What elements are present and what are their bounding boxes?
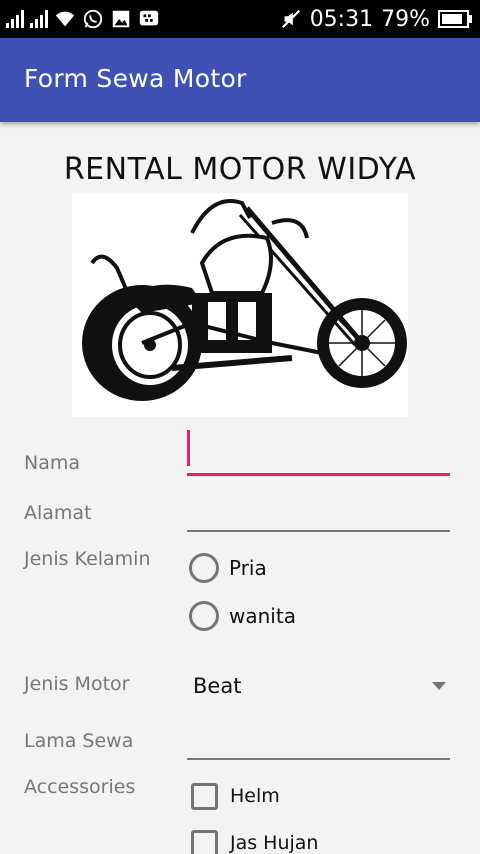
- jenis-motor-label: Jenis Motor: [24, 673, 130, 695]
- checkbox-helm-label: Helm: [230, 785, 280, 807]
- lama-sewa-underline: [187, 758, 450, 760]
- app-title: Form Sewa Motor: [24, 64, 247, 93]
- lama-sewa-label: Lama Sewa: [24, 730, 134, 752]
- wifi-icon: [55, 11, 75, 27]
- radio-circle-icon[interactable]: [189, 553, 219, 583]
- nama-label: Nama: [24, 452, 81, 474]
- clock: 05:31: [309, 6, 374, 32]
- radio-wanita-label: wanita: [229, 604, 296, 628]
- alamat-underline: [187, 530, 450, 532]
- radio-pria[interactable]: Pria: [189, 552, 267, 584]
- nama-field[interactable]: [187, 428, 450, 476]
- checkbox-icon[interactable]: [191, 782, 218, 810]
- mute-icon: [281, 9, 300, 29]
- nama-underline: [187, 473, 450, 476]
- page-heading: RENTAL MOTOR WIDYA: [63, 152, 417, 187]
- whatsapp-icon: [83, 9, 103, 29]
- nama-input[interactable]: [187, 428, 450, 472]
- lama-sewa-field[interactable]: [187, 712, 450, 760]
- jenis-motor-spinner[interactable]: Beat: [187, 668, 450, 708]
- signal-1-icon: [6, 10, 24, 28]
- checkbox-jas-hujan[interactable]: Jas Hujan: [191, 829, 318, 854]
- status-bar: 05:31 79%: [0, 0, 480, 38]
- checkbox-icon[interactable]: [191, 829, 218, 854]
- checkbox-jas-hujan-label: Jas Hujan: [230, 832, 319, 854]
- bbm-icon: [139, 10, 159, 26]
- accessories-label: Accessories: [24, 776, 136, 798]
- status-icons-right: 05:31 79%: [280, 6, 472, 32]
- checkbox-helm[interactable]: Helm: [191, 782, 280, 810]
- jenis-kelamin-label: Jenis Kelamin: [24, 548, 151, 570]
- alamat-label: Alamat: [24, 502, 92, 524]
- battery-percent: 79%: [381, 6, 430, 32]
- dropdown-arrow-icon[interactable]: [432, 682, 446, 690]
- alamat-input[interactable]: [187, 484, 450, 528]
- radio-wanita[interactable]: wanita: [189, 600, 296, 632]
- jenis-motor-selected: Beat: [193, 674, 242, 698]
- radio-circle-icon[interactable]: [189, 601, 219, 631]
- radio-pria-label: Pria: [229, 556, 267, 580]
- alamat-field[interactable]: [187, 484, 450, 532]
- image-icon: [112, 10, 130, 28]
- signal-2-icon: [30, 10, 48, 28]
- lama-sewa-input[interactable]: [187, 712, 450, 756]
- motorcycle-image: [72, 193, 408, 417]
- battery-icon: [438, 10, 472, 28]
- app-bar: Form Sewa Motor: [0, 38, 480, 122]
- status-icons-left: [6, 8, 160, 30]
